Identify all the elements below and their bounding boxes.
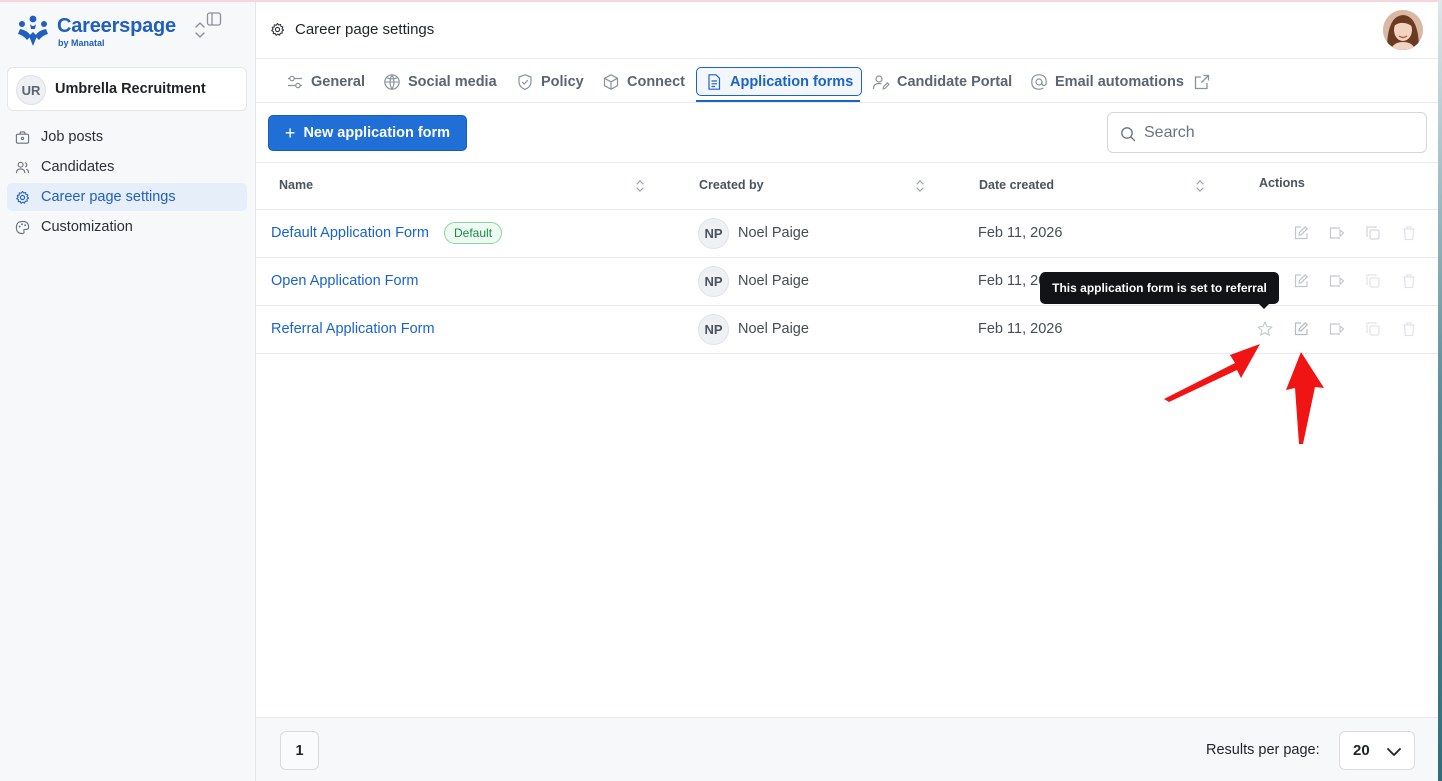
page-button[interactable]: 1 bbox=[280, 731, 319, 770]
creator-avatar: NP bbox=[698, 314, 729, 345]
table-divider bbox=[256, 162, 1442, 163]
tab-general[interactable]: General bbox=[278, 67, 373, 96]
results-per-page-value: 20 bbox=[1353, 742, 1370, 759]
duplicate-icon[interactable] bbox=[1364, 224, 1382, 242]
form-name-link[interactable]: Default Application Form bbox=[271, 225, 429, 241]
sort-icon[interactable] bbox=[635, 179, 645, 193]
trash-icon[interactable] bbox=[1400, 320, 1418, 338]
careerspage-logo-icon bbox=[18, 15, 48, 46]
creator-name: Noel Paige bbox=[738, 321, 809, 337]
tab-label: Application forms bbox=[730, 73, 854, 90]
cube-icon bbox=[603, 73, 619, 90]
edit-icon[interactable] bbox=[1292, 224, 1310, 242]
embed-icon[interactable] bbox=[1328, 224, 1346, 242]
tab-label: Email automations bbox=[1055, 73, 1184, 90]
annotation-arrows-icon bbox=[1164, 344, 1324, 444]
sidebar-item-label: Candidates bbox=[41, 159, 115, 175]
search-icon bbox=[1121, 127, 1136, 142]
duplicate-icon[interactable] bbox=[1364, 320, 1382, 338]
default-badge: Default bbox=[444, 222, 503, 244]
org-name: Umbrella Recruitment bbox=[55, 81, 206, 97]
brand-subtitle: by Manatal bbox=[58, 38, 105, 48]
tab-policy[interactable]: Policy bbox=[508, 67, 592, 96]
tab-label: General bbox=[311, 73, 365, 90]
sidebar-item-label: Customization bbox=[41, 219, 133, 235]
sidebar-item-candidates[interactable]: Candidates bbox=[7, 153, 247, 181]
page-header: Career page settings bbox=[256, 2, 1442, 59]
chevron-down-icon bbox=[1387, 748, 1401, 756]
new-application-form-button[interactable]: + New application form bbox=[268, 115, 467, 151]
users-icon bbox=[15, 161, 30, 173]
active-tab-indicator bbox=[696, 100, 860, 102]
user-edit-icon bbox=[872, 74, 890, 90]
creator-name: Noel Paige bbox=[738, 273, 809, 289]
external-link-icon[interactable] bbox=[1193, 73, 1211, 91]
tab-candidate-portal[interactable]: Candidate Portal bbox=[864, 67, 1020, 96]
date-created: Feb 11, 2026 bbox=[978, 225, 1063, 241]
creator-avatar: NP bbox=[698, 218, 729, 249]
sort-icon[interactable] bbox=[915, 179, 925, 193]
referral-tooltip: This application form is set to referral bbox=[1040, 272, 1279, 304]
trash-icon[interactable] bbox=[1400, 224, 1418, 242]
window-edge bbox=[1438, 0, 1442, 781]
tab-label: Candidate Portal bbox=[897, 73, 1013, 90]
results-per-page-label: Results per page: bbox=[1206, 742, 1320, 758]
tab-label: Social media bbox=[408, 73, 497, 90]
tab-label: Policy bbox=[541, 73, 584, 90]
gear-icon bbox=[16, 190, 30, 204]
palette-icon bbox=[15, 220, 30, 234]
new-application-form-label: New application form bbox=[303, 125, 451, 141]
sliders-icon bbox=[288, 75, 302, 88]
tab-application-forms[interactable]: Application forms bbox=[696, 67, 863, 96]
embed-icon[interactable] bbox=[1328, 272, 1346, 290]
user-photo-icon bbox=[1383, 10, 1423, 50]
gear-icon bbox=[271, 22, 285, 36]
tooltip-pointer bbox=[1258, 303, 1270, 309]
plus-icon: + bbox=[284, 123, 296, 143]
edit-icon[interactable] bbox=[1292, 272, 1310, 290]
column-header-name[interactable]: Name bbox=[279, 178, 313, 192]
column-header-actions: Actions bbox=[1259, 176, 1305, 190]
tab-social-media[interactable]: Social media bbox=[375, 67, 505, 96]
at-icon bbox=[1031, 73, 1047, 90]
sidebar-nav: Job posts Candidates Career page setting… bbox=[7, 123, 247, 243]
column-header-created-by[interactable]: Created by bbox=[699, 178, 764, 192]
sidebar-item-career-page-settings[interactable]: Career page settings bbox=[7, 183, 247, 211]
form-name-link[interactable]: Open Application Form bbox=[271, 273, 419, 289]
search-box[interactable] bbox=[1107, 112, 1427, 153]
sidebar-item-label: Job posts bbox=[41, 129, 104, 145]
organization-switcher[interactable]: UR Umbrella Recruitment bbox=[7, 67, 247, 111]
sidebar: Careerspage by Manatal UR Umbrella Recru… bbox=[0, 2, 256, 781]
sidebar-item-job-posts[interactable]: Job posts bbox=[7, 123, 247, 151]
tab-email-automations[interactable]: Email automations bbox=[1022, 67, 1219, 96]
date-created: Feb 11, 2026 bbox=[978, 321, 1063, 337]
table-row: Default Application Form Default NP Noel… bbox=[256, 209, 1442, 257]
search-input[interactable] bbox=[1144, 119, 1414, 147]
page-title: Career page settings bbox=[295, 21, 435, 38]
briefcase-icon bbox=[15, 130, 30, 144]
shield-icon bbox=[518, 73, 532, 90]
results-per-page-select[interactable]: 20 bbox=[1339, 731, 1415, 770]
sort-icon[interactable] bbox=[1195, 179, 1205, 193]
creator-avatar: NP bbox=[698, 266, 729, 297]
settings-tabs: General Social media Policy Connect Appl… bbox=[256, 59, 1442, 103]
org-avatar: UR bbox=[16, 75, 46, 105]
pagination-footer: 1 Results per page: 20 bbox=[256, 717, 1442, 781]
column-header-date-created[interactable]: Date created bbox=[979, 178, 1054, 192]
globe-icon bbox=[384, 73, 400, 90]
form-name-link[interactable]: Referral Application Form bbox=[271, 321, 435, 337]
brand-name: Careerspage bbox=[57, 15, 176, 37]
sidebar-toggle-icon[interactable] bbox=[206, 11, 222, 27]
form-icon bbox=[708, 73, 721, 90]
tab-connect[interactable]: Connect bbox=[594, 67, 693, 96]
user-avatar[interactable] bbox=[1383, 10, 1423, 50]
trash-icon[interactable] bbox=[1400, 272, 1418, 290]
sidebar-item-customization[interactable]: Customization bbox=[7, 213, 247, 241]
duplicate-icon[interactable] bbox=[1364, 272, 1382, 290]
chevron-up-down-icon[interactable] bbox=[193, 20, 207, 40]
tab-label: Connect bbox=[627, 73, 685, 90]
creator-name: Noel Paige bbox=[738, 225, 809, 241]
sidebar-item-label: Career page settings bbox=[41, 189, 176, 205]
